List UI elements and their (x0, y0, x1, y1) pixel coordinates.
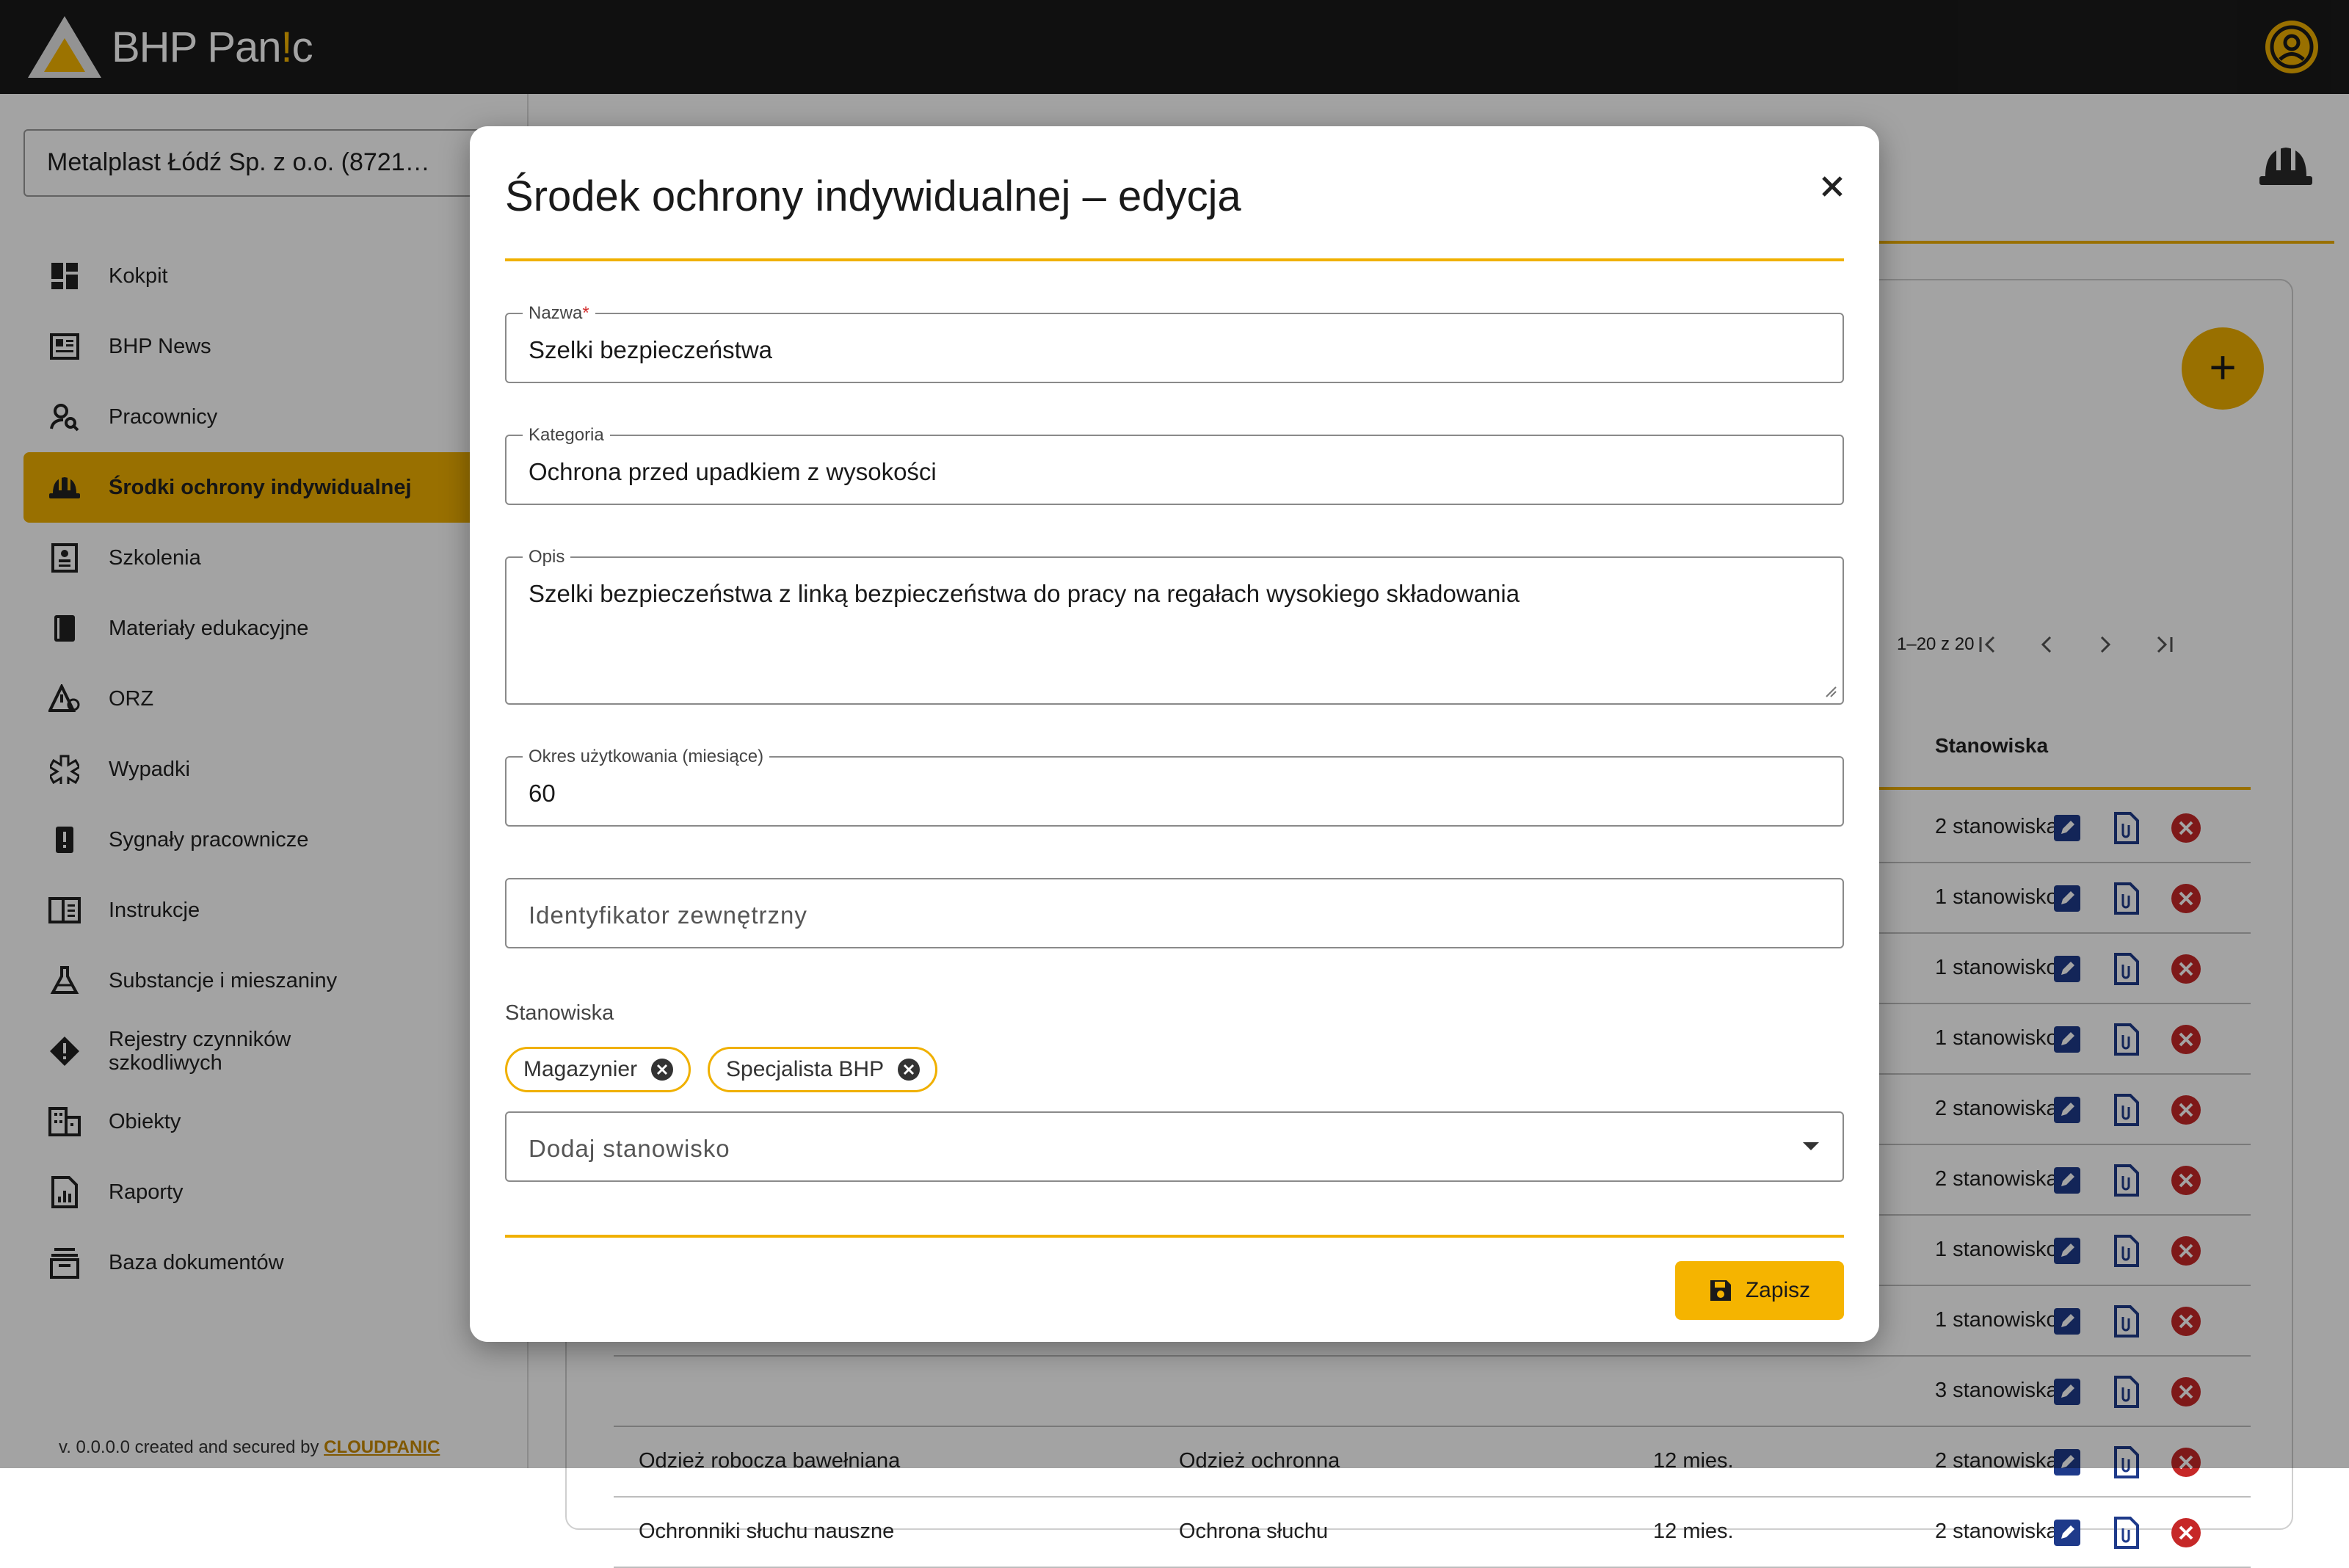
category-field-label: Kategoria (523, 426, 610, 445)
cell-period: 12 mies. (1653, 1520, 1734, 1543)
remove-chip-icon[interactable] (650, 1058, 674, 1081)
table-row[interactable]: Ochronniki słuchu nauszne Ochrona słuchu 1… (614, 1496, 2251, 1568)
dropdown-arrow-icon (1803, 1142, 1819, 1150)
dialog-title: Środek ochrony indywidualnej – edycja (505, 173, 1241, 220)
category-field-value: Ochrona przed upadkiem z wysokości (529, 458, 937, 485)
period-field[interactable]: Okres użytkowania (miesiące) 60 (505, 747, 1844, 827)
name-field[interactable]: Nazwa* Szelki bezpieczeństwa (505, 304, 1844, 383)
description-field[interactable]: Opis Szelki bezpieczeństwa z linką bezpi… (505, 548, 1844, 705)
external-id-placeholder: Identyfikator zewnętrzny (529, 901, 807, 929)
positions-label: Stanowiska (505, 1001, 614, 1025)
period-field-label: Okres użytkowania (miesiące) (523, 747, 770, 766)
position-chip-magazynier: Magazynier (505, 1047, 691, 1092)
name-field-label: Nazwa* (523, 304, 595, 323)
save-button-label: Zapisz (1745, 1278, 1811, 1302)
period-field-value: 60 (529, 780, 556, 807)
title-divider (505, 258, 1844, 261)
edit-icon[interactable] (2052, 1518, 2082, 1547)
edit-ppe-dialog: Środek ochrony indywidualnej – edycja Na… (470, 126, 1879, 1342)
description-field-value: Szelki bezpieczeństwa z linką bezpieczeń… (529, 580, 1520, 607)
attachment-icon[interactable] (2111, 1517, 2141, 1549)
save-button[interactable]: Zapisz (1675, 1261, 1844, 1320)
add-position-placeholder: Dodaj stanowisko (529, 1135, 730, 1162)
description-field-label: Opis (523, 548, 571, 567)
footer-divider (505, 1235, 1844, 1238)
resize-handle-icon[interactable] (1823, 684, 1837, 697)
external-id-field[interactable]: Identyfikator zewnętrzny (505, 878, 1844, 948)
cell-category: Ochrona słuchu (1179, 1520, 1329, 1543)
name-field-value: Szelki bezpieczeństwa (529, 336, 772, 363)
remove-chip-icon[interactable] (897, 1058, 921, 1081)
cell-name: Ochronniki słuchu nauszne (639, 1520, 895, 1543)
position-chip-specjalista-bhp: Specjalista BHP (708, 1047, 938, 1092)
chip-label: Magazynier (523, 1057, 638, 1081)
cell-positions: 2 stanowiska (1935, 1520, 2058, 1543)
category-field[interactable]: Kategoria Ochrona przed upadkiem z wysok… (505, 426, 1844, 505)
close-icon[interactable] (1812, 166, 1853, 207)
save-icon (1710, 1280, 1731, 1301)
chip-label: Specjalista BHP (726, 1057, 885, 1081)
add-position-select[interactable]: Dodaj stanowisko (505, 1111, 1844, 1182)
delete-icon[interactable] (2170, 1517, 2202, 1549)
